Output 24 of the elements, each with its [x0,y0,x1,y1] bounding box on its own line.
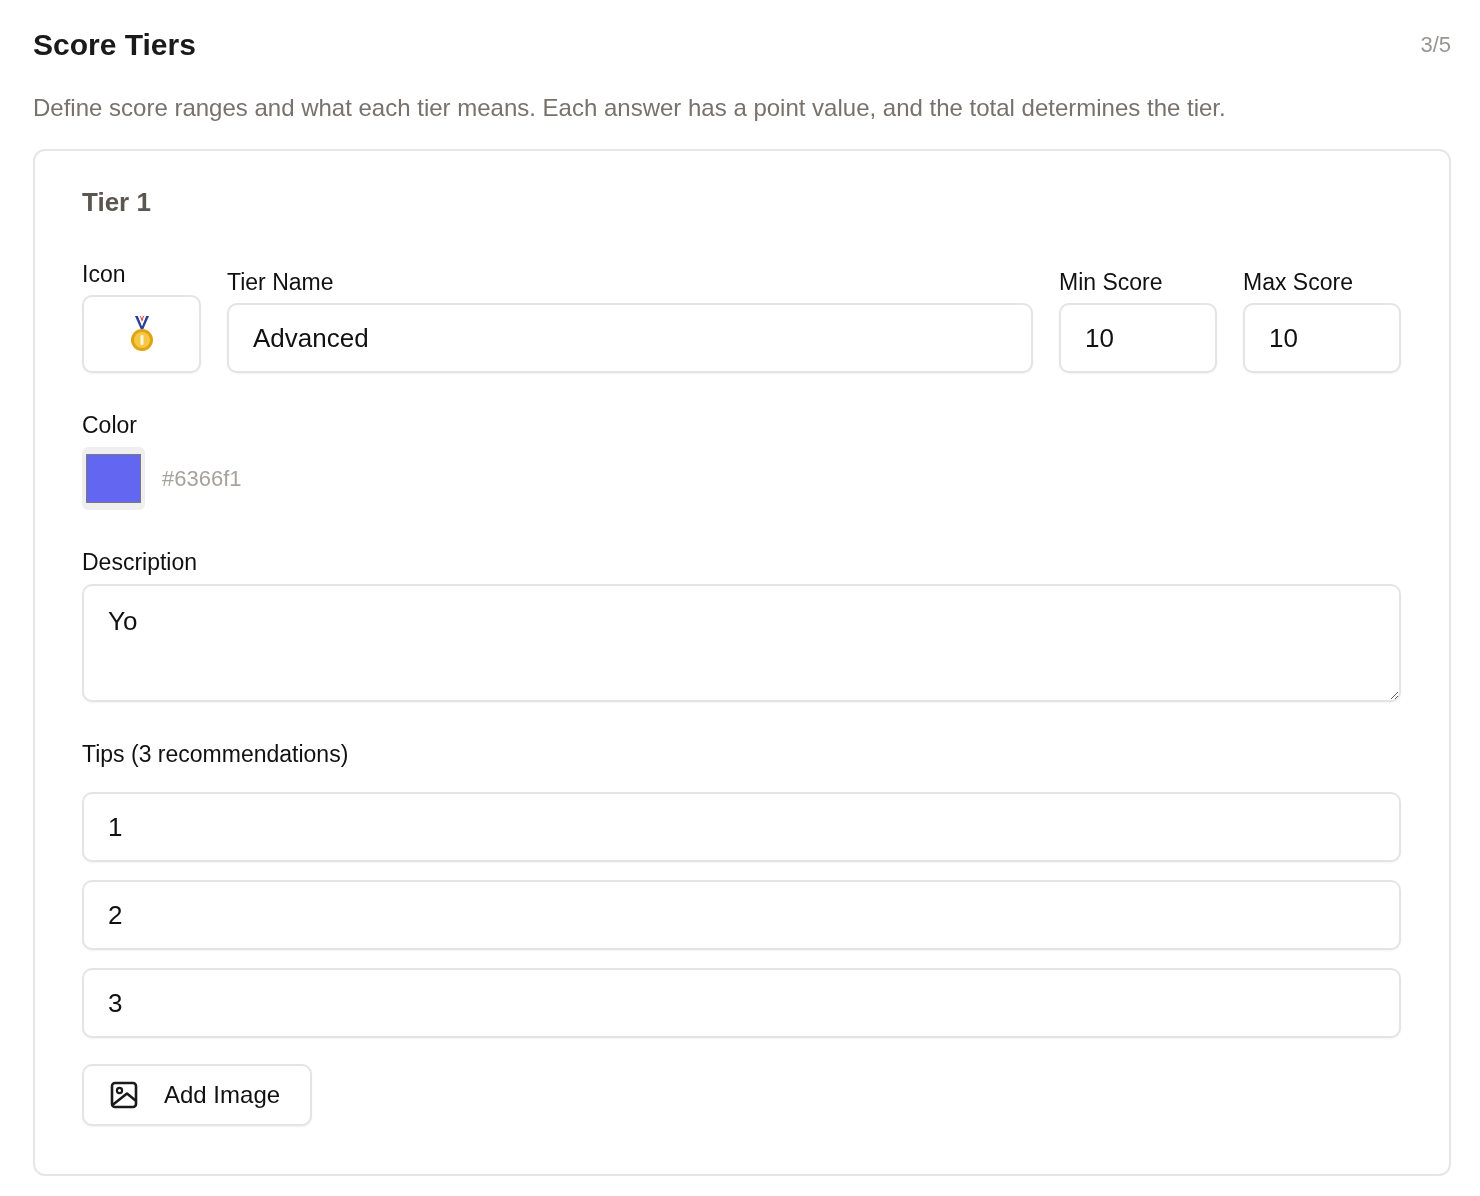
field-label: Description [82,548,198,576]
field-label: Tips (3 recommendations) [82,740,349,768]
add-image-button[interactable]: Add Image [82,1064,312,1126]
image-icon [110,1081,138,1109]
score-field[interactable]: 10 [1243,303,1401,373]
field-label: Max Score [1243,268,1353,296]
tip-field[interactable]: 3 [82,968,1401,1038]
step-counter: 3/5 [1420,31,1451,59]
field-label: Color [82,411,137,439]
color-picker-button[interactable] [82,447,145,510]
tier-name-field[interactable]: Advanced [227,303,1033,373]
page-description: Define score ranges and what each tier means. Each answer has a point value, and the total determines the tier. [33,93,1227,123]
tip-field[interactable]: 2 [82,880,1401,950]
medal-icon [129,316,154,352]
description-field[interactable]: Yo [82,584,1401,702]
page-title: Score Tiers [33,27,196,63]
icon-picker-button[interactable] [82,295,201,373]
field-label: Icon [82,260,126,288]
field-label: Tier Name [227,268,334,296]
score-field[interactable]: 10 [1059,303,1217,373]
field-label: Min Score [1059,268,1163,296]
tier-title: Tier 1 [82,186,152,219]
tip-field[interactable]: 1 [82,792,1401,862]
hex-value: #6366f1 [162,464,242,493]
